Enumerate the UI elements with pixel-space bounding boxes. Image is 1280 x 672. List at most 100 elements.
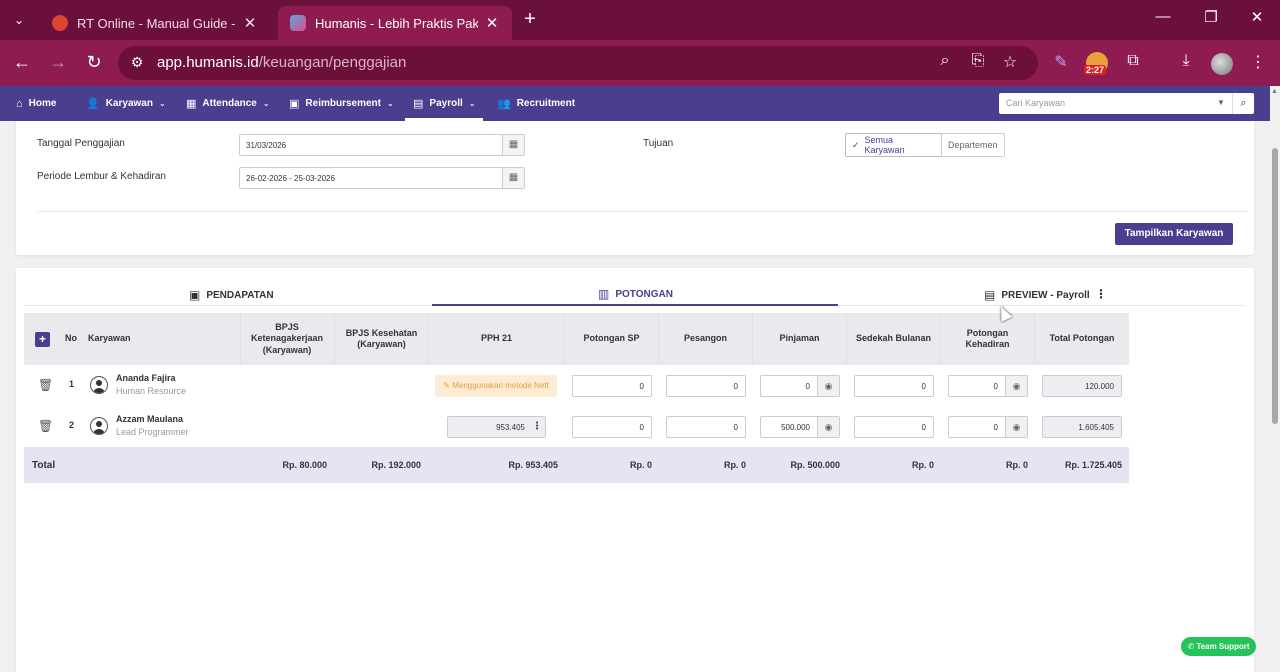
check-icon: ✓ <box>852 139 860 150</box>
header-total-potongan: Total Potongan <box>1049 333 1115 344</box>
input-value: 0 <box>921 382 926 391</box>
row-number: 1 <box>69 379 75 389</box>
tab-title: RT Online - Manual Guide - Xm <box>77 15 236 31</box>
eye-icon[interactable]: ◉ <box>1005 417 1027 437</box>
nav-payroll[interactable]: ▤ Payroll ⌄ <box>404 86 485 121</box>
window-close-icon[interactable]: ✕ <box>1242 8 1272 26</box>
header-no: No <box>65 333 77 344</box>
download-icon[interactable]: ⤓ <box>1174 52 1198 70</box>
table-row: 🗑 2 Azzam Maulana Lead Programmer 953.40… <box>24 406 1129 447</box>
input-value: 500.000 <box>781 423 810 432</box>
pinjaman-input[interactable]: 500.000 ◉ <box>760 416 840 438</box>
input-value: 0 <box>993 382 998 391</box>
employee-search-select[interactable]: Cari Karyawan ▼ ⌕ <box>999 93 1254 114</box>
nav-label: Recruitment <box>516 98 576 109</box>
minimize-icon[interactable]: — <box>1148 8 1178 25</box>
tab-search-chevron-icon[interactable]: ⌄ <box>6 7 32 33</box>
install-app-icon[interactable]: ⎘ <box>966 52 990 70</box>
nav-home[interactable]: ⌂ Home <box>16 86 56 121</box>
total-pesangon: Rp. 0 <box>723 460 746 470</box>
caret-down-icon[interactable]: ▼ <box>1217 98 1225 107</box>
nav-attendance[interactable]: ▦ Attendance ⌄ <box>186 86 270 121</box>
periode-label: Periode Lembur & Kehadiran <box>37 171 166 182</box>
kehadiran-input[interactable]: 0 ◉ <box>948 416 1028 438</box>
tampilkan-karyawan-button[interactable]: Tampilkan Karyawan <box>1115 223 1233 245</box>
document-icon: ▤ <box>984 288 996 302</box>
nav-label: Reimbursement <box>305 98 381 109</box>
feather-extension-icon[interactable]: ✎ <box>1049 52 1073 72</box>
scrollbar-thumb[interactable] <box>1272 148 1278 424</box>
employee-role: Human Resource <box>116 386 187 396</box>
potongan-sp-input[interactable]: 0 <box>572 416 652 438</box>
more-options-icon[interactable]: ⋮ <box>1095 287 1107 301</box>
semua-karyawan-toggle[interactable]: ✓ Semua Karyawan <box>845 133 942 157</box>
tab-pendapatan[interactable]: ▣ PENDAPATAN <box>189 288 274 302</box>
tanggal-date-input[interactable]: 31/03/2026 ▦ <box>239 134 525 156</box>
zoom-icon[interactable]: ⌕ <box>933 52 957 70</box>
address-bar[interactable]: ⚙ app.humanis.id/keuangan/penggajian <box>118 46 1038 80</box>
scroll-up-arrow-icon[interactable]: ▲ <box>1271 88 1278 95</box>
close-tab-icon[interactable]: ✕ <box>242 14 258 32</box>
header-potongan-sp: Potongan SP <box>583 333 640 344</box>
bookmark-star-icon[interactable]: ☆ <box>998 52 1022 72</box>
add-employee-button[interactable]: + <box>35 332 50 347</box>
timer-extension-icon[interactable]: 2:27 <box>1084 52 1108 75</box>
sedekah-input[interactable]: 0 <box>854 416 934 438</box>
input-value: 0 <box>639 382 644 391</box>
new-tab-plus-icon[interactable]: + <box>518 8 542 31</box>
total-kehadiran: Rp. 0 <box>1005 460 1028 470</box>
departemen-toggle[interactable]: Departemen <box>941 133 1005 157</box>
more-options-icon[interactable]: ⋮ <box>529 417 545 437</box>
close-tab-icon[interactable]: ✕ <box>484 14 500 32</box>
tab-potongan[interactable]: ▥ POTONGAN <box>598 287 673 301</box>
search-placeholder: Cari Karyawan <box>1006 98 1066 108</box>
site-info-icon[interactable]: ⚙ <box>128 54 146 72</box>
potongan-sp-input[interactable]: 0 <box>572 375 652 397</box>
edit-icon: ✎ <box>443 381 450 390</box>
extension-badge: 2:27 <box>1084 65 1107 75</box>
nav-karyawan[interactable]: 👤 Karyawan ⌄ <box>86 86 166 121</box>
browser-tab-humanis[interactable]: Humanis - Lebih Praktis Pakai H ✕ <box>278 6 512 40</box>
profile-avatar[interactable] <box>1211 53 1233 75</box>
eye-icon[interactable]: ◉ <box>817 417 839 437</box>
nav-reimbursement[interactable]: ▣ Reimbursement ⌄ <box>289 86 394 121</box>
pesangon-input[interactable]: 0 <box>666 416 746 438</box>
toggle-label: Semua Karyawan <box>864 135 905 155</box>
employee-name: Azzam Maulana <box>116 414 184 424</box>
totals-row: Total Rp. 80.000 Rp. 192.000 Rp. 953.405… <box>24 447 1129 483</box>
trash-icon[interactable]: 🗑 <box>38 378 53 392</box>
input-value: 953.405 <box>496 423 525 432</box>
tab-label: PREVIEW - Payroll <box>1001 289 1090 301</box>
periode-date-range-input[interactable]: 26-02-2026 - 25-03-2026 ▦ <box>239 167 525 189</box>
restore-icon[interactable]: ❐ <box>1196 8 1226 26</box>
total-bpjs-tk: Rp. 80.000 <box>282 460 327 470</box>
input-value: 0 <box>639 423 644 432</box>
forward-arrow-icon[interactable]: → <box>46 52 70 73</box>
calendar-icon[interactable]: ▦ <box>502 168 524 188</box>
pesangon-input[interactable]: 0 <box>666 375 746 397</box>
search-icon[interactable]: ⌕ <box>1232 93 1254 114</box>
eye-icon[interactable]: ◉ <box>817 376 839 396</box>
eye-icon[interactable]: ◉ <box>1005 376 1027 396</box>
sedekah-input[interactable]: 0 <box>854 375 934 397</box>
kehadiran-input[interactable]: 0 ◉ <box>948 375 1028 397</box>
extensions-puzzle-icon[interactable]: ⧉ <box>1121 52 1145 70</box>
nett-method-badge: ✎ Menggunakan metode Nett <box>435 375 557 397</box>
grand-total: Rp. 1.725.405 <box>1064 460 1122 470</box>
team-support-button[interactable]: ✆ Team Support <box>1181 637 1256 656</box>
browser-titlebar: ⌄ RT Online - Manual Guide - Xm ✕ Humani… <box>0 0 1280 40</box>
avatar <box>90 417 108 435</box>
browser-tab-rt-online[interactable]: RT Online - Manual Guide - Xm ✕ <box>40 6 270 40</box>
calendar-icon[interactable]: ▦ <box>502 135 524 155</box>
nav-recruitment[interactable]: 👥 Recruitment <box>497 86 575 121</box>
reload-icon[interactable]: ↻ <box>82 52 106 73</box>
back-arrow-icon[interactable]: ← <box>10 52 34 73</box>
chrome-menu-icon[interactable]: ⋮ <box>1246 52 1270 72</box>
pinjaman-input[interactable]: 0 ◉ <box>760 375 840 397</box>
pph21-field[interactable]: 953.405 ⋮ <box>447 416 546 438</box>
date-value: 31/03/2026 <box>246 141 287 150</box>
employee-name: Ananda Fajira <box>116 373 176 383</box>
trash-icon[interactable]: 🗑 <box>38 419 53 433</box>
tab-preview-payroll[interactable]: ▤ PREVIEW - Payroll <box>984 288 1090 302</box>
total-bpjs-kes: Rp. 192.000 <box>371 460 421 470</box>
